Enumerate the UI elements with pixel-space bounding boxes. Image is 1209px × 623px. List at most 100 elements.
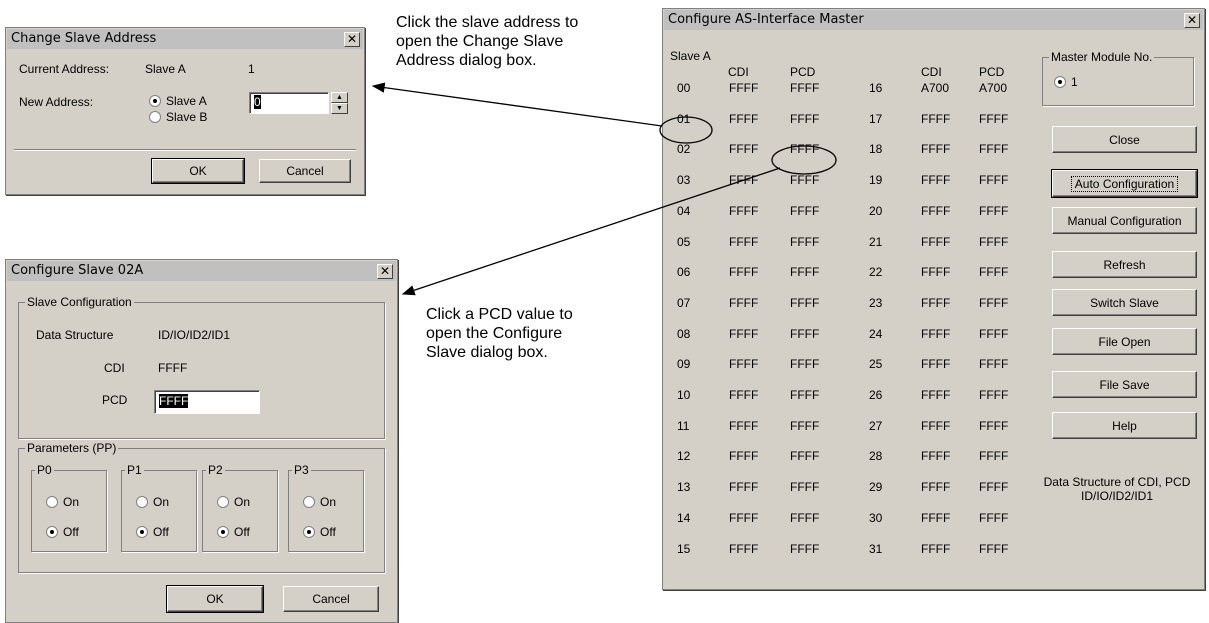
slave-address-cell[interactable]: 20 (869, 204, 882, 218)
slave-address-cell[interactable]: 13 (677, 480, 690, 494)
pcd-value-cell[interactable]: FFFF (790, 327, 819, 341)
pcd-value-cell[interactable]: FFFF (979, 388, 1008, 402)
pcd-value-cell[interactable]: FFFF (979, 327, 1008, 341)
pcd-value-cell[interactable]: FFFF (979, 511, 1008, 525)
slave-address-cell[interactable]: 17 (869, 112, 882, 126)
pcd-value-cell[interactable]: FFFF (979, 296, 1008, 310)
cancel-button[interactable]: Cancel (259, 159, 351, 183)
radio-p2-off[interactable]: Off (217, 525, 250, 539)
slave-address-cell[interactable]: 00 (677, 81, 690, 95)
pcd-value-cell[interactable]: FFFF (790, 480, 819, 494)
pcd-value-cell[interactable]: FFFF (790, 204, 819, 218)
pcd-value-cell[interactable]: FFFF (979, 542, 1008, 556)
slave-address-cell[interactable]: 19 (869, 173, 882, 187)
radio-label: On (63, 495, 80, 509)
pcd-value-cell[interactable]: FFFF (979, 449, 1008, 463)
slave-address-cell[interactable]: 05 (677, 235, 690, 249)
slave-address-cell[interactable]: 23 (869, 296, 882, 310)
radio-p0-off[interactable]: Off (46, 525, 79, 539)
slave-address-cell[interactable]: 03 (677, 173, 690, 187)
slave-address-cell[interactable]: 30 (869, 511, 882, 525)
cdi-value-cell: FFFF (729, 173, 759, 187)
radio-p3-off[interactable]: Off (303, 525, 336, 539)
slave-address-cell[interactable]: 26 (869, 388, 882, 402)
ok-button[interactable]: OK (151, 158, 245, 184)
pcd-value-cell[interactable]: FFFF (790, 388, 819, 402)
slave-address-cell[interactable]: 02 (677, 142, 690, 156)
slave-address-cell[interactable]: 15 (677, 542, 690, 556)
slave-address-cell[interactable]: 16 (869, 81, 882, 95)
pcd-value-cell[interactable]: FFFF (790, 511, 819, 525)
slave-address-cell[interactable]: 18 (869, 142, 882, 156)
pcd-value-cell[interactable]: FFFF (790, 112, 819, 126)
slave-address-cell[interactable]: 01 (677, 112, 690, 126)
cdi-label: CDI (104, 361, 125, 375)
pcd-value-cell[interactable]: FFFF (979, 235, 1008, 249)
slave-address-cell[interactable]: 28 (869, 449, 882, 463)
radio-slave-a[interactable]: Slave A (149, 94, 207, 108)
switch-slave-button[interactable]: Switch Slave (1052, 289, 1197, 316)
pcd-value-cell[interactable]: FFFF (979, 265, 1008, 279)
slave-address-cell[interactable]: 04 (677, 204, 690, 218)
current-slave: Slave A (145, 62, 186, 76)
slave-address-cell[interactable]: 21 (869, 235, 882, 249)
slave-address-cell[interactable]: 10 (677, 388, 690, 402)
slave-address-cell[interactable]: 27 (869, 419, 882, 433)
pcd-value-cell[interactable]: FFFF (790, 449, 819, 463)
radio-p1-on[interactable]: On (136, 495, 169, 509)
radio-p2-on[interactable]: On (217, 495, 250, 509)
slave-address-cell[interactable]: 07 (677, 296, 690, 310)
pcd-value-cell[interactable]: FFFF (979, 112, 1008, 126)
slave-address-cell[interactable]: 11 (677, 419, 689, 433)
slave-address-cell[interactable]: 24 (869, 327, 882, 341)
slave-address-cell[interactable]: 12 (677, 449, 690, 463)
param-group-p1: P1 (121, 463, 197, 552)
pcd-value-cell[interactable]: FFFF (790, 173, 819, 187)
close-icon[interactable]: ✕ (377, 264, 393, 279)
slave-address-cell[interactable]: 06 (677, 265, 690, 279)
pcd-value-cell[interactable]: FFFF (979, 419, 1008, 433)
pcd-value-cell[interactable]: FFFF (979, 357, 1008, 371)
file-open-button[interactable]: File Open (1052, 328, 1197, 355)
address-input[interactable]: 0 (249, 92, 329, 114)
slave-address-cell[interactable]: 09 (677, 357, 690, 371)
radio-p0-on[interactable]: On (46, 495, 79, 509)
spin-down-icon[interactable]: ▼ (331, 103, 348, 114)
manual-configuration-button[interactable]: Manual Configuration (1052, 207, 1197, 234)
radio-master-module[interactable]: 1 (1054, 75, 1078, 89)
pcd-value-cell[interactable]: FFFF (790, 265, 819, 279)
pcd-value-cell[interactable]: FFFF (979, 142, 1008, 156)
spin-up-icon[interactable]: ▲ (331, 92, 348, 103)
radio-label: Off (234, 525, 250, 539)
ok-button[interactable]: OK (166, 585, 264, 613)
pcd-value-cell[interactable]: FFFF (790, 542, 819, 556)
pcd-value-cell[interactable]: FFFF (790, 235, 819, 249)
slave-address-cell[interactable]: 22 (869, 265, 882, 279)
slave-address-cell[interactable]: 29 (869, 480, 882, 494)
pcd-input[interactable]: FFFF (154, 390, 260, 414)
auto-configuration-button[interactable]: Auto Configuration (1051, 169, 1198, 198)
pcd-value-cell[interactable]: FFFF (979, 480, 1008, 494)
close-icon[interactable]: ✕ (1184, 13, 1200, 28)
close-icon[interactable]: ✕ (344, 32, 360, 47)
slave-address-cell[interactable]: 31 (869, 542, 882, 556)
radio-p3-on[interactable]: On (303, 495, 336, 509)
pcd-value-cell[interactable]: FFFF (790, 296, 819, 310)
pcd-value-cell[interactable]: FFFF (979, 204, 1008, 218)
pcd-value-cell[interactable]: FFFF (790, 419, 819, 433)
slave-address-cell[interactable]: 14 (677, 511, 690, 525)
pcd-value-cell[interactable]: FFFF (790, 357, 819, 371)
pcd-value-cell[interactable]: A700 (979, 81, 1007, 95)
radio-slave-b[interactable]: Slave B (149, 110, 207, 124)
slave-address-cell[interactable]: 08 (677, 327, 690, 341)
help-button[interactable]: Help (1052, 412, 1197, 439)
cancel-button[interactable]: Cancel (283, 586, 379, 612)
radio-p1-off[interactable]: Off (136, 525, 169, 539)
refresh-button[interactable]: Refresh (1052, 251, 1197, 278)
file-save-button[interactable]: File Save (1052, 371, 1197, 398)
pcd-value-cell[interactable]: FFFF (979, 173, 1008, 187)
pcd-value-cell[interactable]: FFFF (790, 142, 819, 156)
close-button[interactable]: Close (1052, 126, 1197, 153)
slave-address-cell[interactable]: 25 (869, 357, 882, 371)
pcd-value-cell[interactable]: FFFF (790, 81, 819, 95)
